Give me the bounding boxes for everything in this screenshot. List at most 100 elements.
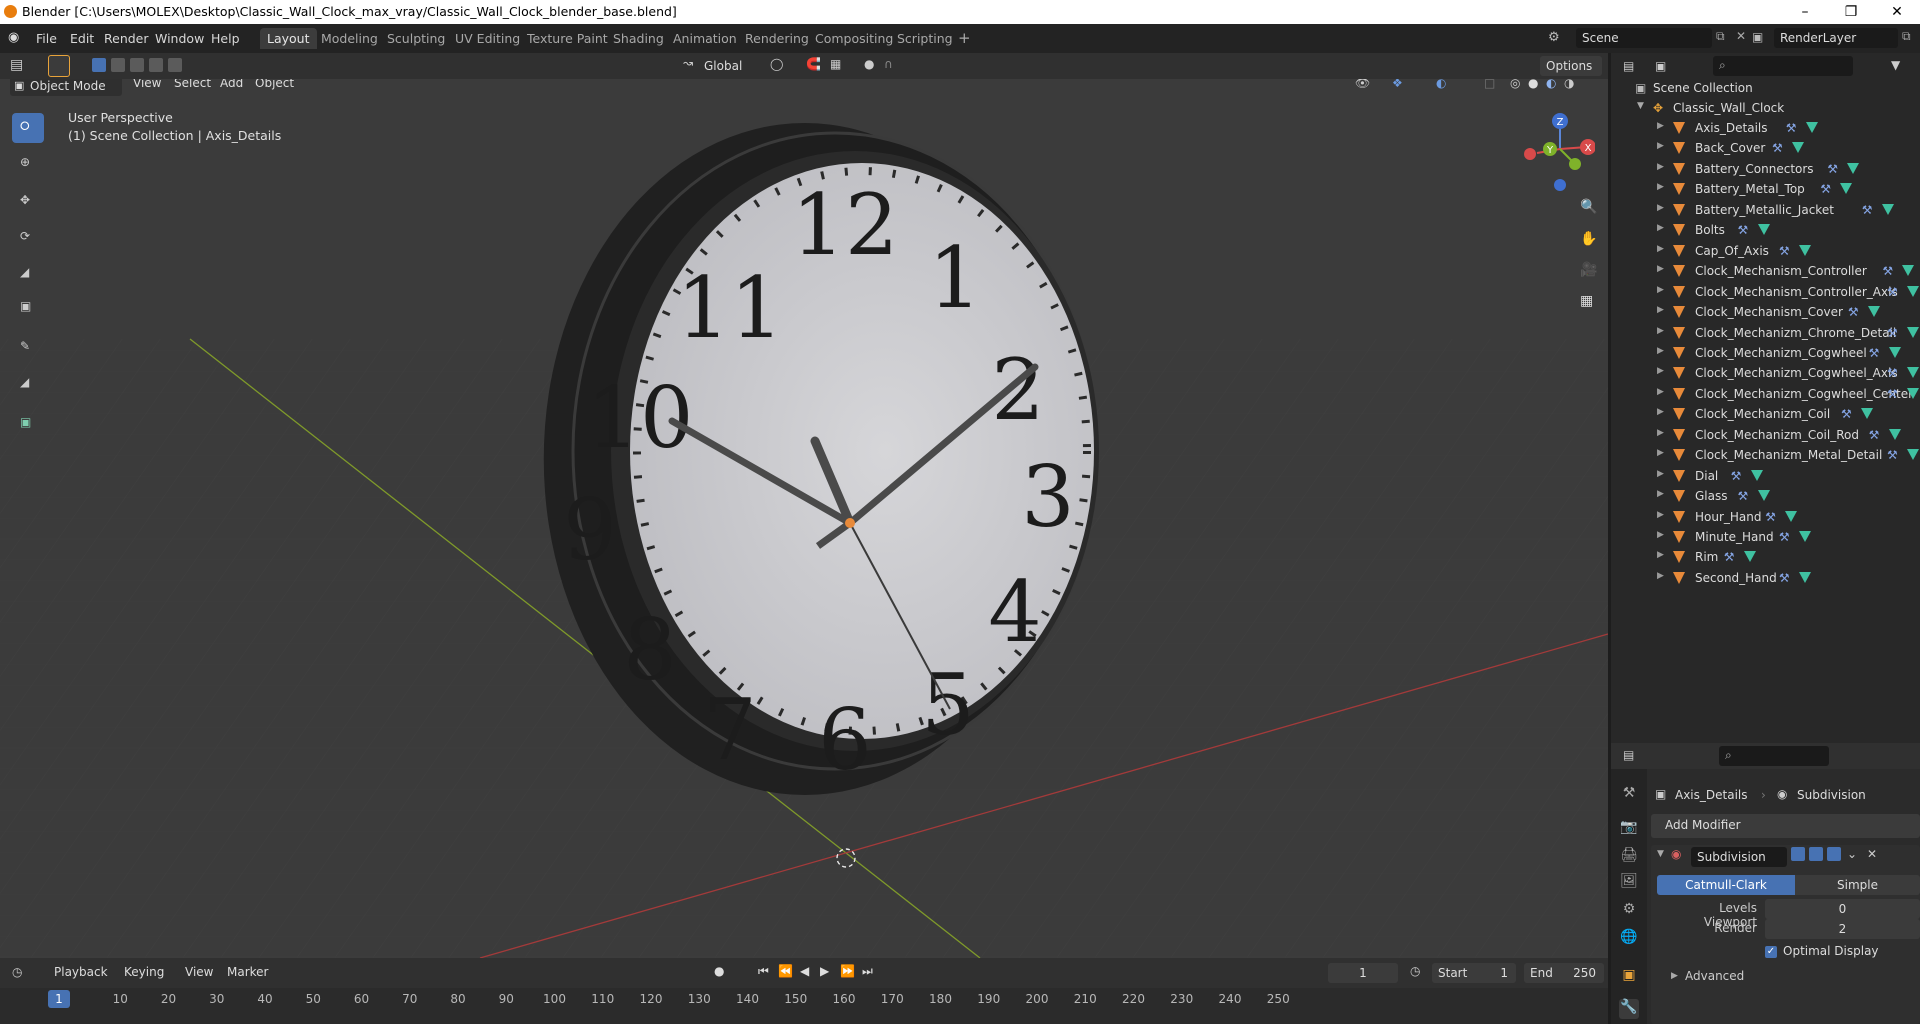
modifier-wrench-icon[interactable]: ⚒ [1887,285,1898,299]
expand-arrow-icon[interactable]: ▶ [1657,121,1664,131]
tab-layout[interactable]: Layout [260,28,317,49]
outliner-item[interactable]: ▶ Minute_Hand ⚒ [1611,528,1920,548]
view-layer-icon[interactable]: ▣ [1752,30,1763,44]
expand-arrow-icon[interactable]: ▶ [1657,550,1664,560]
proportional-edit-icon[interactable]: ● [864,57,874,71]
expand-arrow-icon[interactable]: ▶ [1657,366,1664,376]
transform-tool[interactable]: ▣ [12,293,44,323]
camera-view-icon[interactable]: 🎥 [1580,262,1597,278]
expand-arrow-icon[interactable]: ▶ [1657,448,1664,458]
object-tab-icon[interactable]: ▣ [1619,967,1639,987]
snap-icon[interactable]: 🧲 [806,57,821,71]
select-extend-icon[interactable] [111,58,125,72]
scene-tab-icon[interactable]: ⚙ [1619,901,1639,921]
outliner-item[interactable]: ▶ Dial ⚒ [1611,467,1920,487]
properties-editor-icon[interactable]: ▤ [1623,748,1634,762]
modifier-wrench-icon[interactable]: ⚒ [1738,223,1749,237]
minimize-button[interactable]: – [1782,0,1828,24]
mesh-data-icon[interactable] [1888,428,1901,440]
modifier-wrench-icon[interactable]: ⚒ [1887,387,1898,401]
outliner-item[interactable]: ▶ Cap_Of_Axis ⚒ [1611,242,1920,262]
menu-render[interactable]: Render [104,31,149,46]
select-new-icon[interactable] [92,58,106,72]
mesh-data-icon[interactable] [1881,203,1894,215]
delete-scene-icon[interactable]: ✕ [1736,29,1746,43]
outliner-item[interactable]: ▶ Clock_Mechanizm_Chrome_Detail ⚒ [1611,324,1920,344]
modifier-wrench-icon[interactable]: ⚒ [1841,407,1852,421]
advanced-panel-header[interactable]: Advanced [1685,969,1744,983]
ortho-toggle-icon[interactable]: ▦ [1580,293,1593,309]
modifier-wrench-icon[interactable]: ⚒ [1827,162,1838,176]
modifier-wrench-icon[interactable]: ⚒ [1862,203,1873,217]
tab-modeling[interactable]: Modeling [314,28,385,49]
modifier-wrench-icon[interactable]: ⚒ [1869,428,1880,442]
expand-arrow-icon[interactable]: ▶ [1657,510,1664,520]
mesh-data-icon[interactable] [1792,142,1804,154]
select-invert-icon[interactable] [149,58,163,72]
select-box-tool[interactable]: ⭘ [12,113,44,143]
transform-orientation-dropdown[interactable]: Global [698,56,758,76]
mesh-data-icon[interactable] [1907,449,1919,461]
modifier-wrench-icon[interactable]: ⚒ [1738,489,1749,503]
falloff-icon[interactable]: ∩ [884,57,893,71]
tab-rendering[interactable]: Rendering [738,28,816,49]
menu-edit[interactable]: Edit [70,31,94,46]
mesh-data-icon[interactable] [1798,571,1811,583]
outliner-editor-icon[interactable]: ▤ [1623,59,1634,73]
expand-arrow-icon[interactable]: ▶ [1657,530,1664,540]
select-intersect-icon[interactable] [168,58,182,72]
select-subtract-icon[interactable] [130,58,144,72]
copy-scene-icon[interactable]: ⧉ [1716,29,1725,44]
outliner-item[interactable]: ▶ Axis_Details ⚒ [1611,119,1920,139]
tool-tab-icon[interactable]: ⚒ [1619,785,1639,805]
start-frame-field[interactable]: Start 1 [1432,963,1516,983]
outliner-item[interactable]: ▶ Rim ⚒ [1611,548,1920,568]
mesh-data-icon[interactable] [1907,367,1919,379]
mesh-data-icon[interactable] [1785,510,1798,522]
mesh-data-icon[interactable] [1861,408,1873,420]
mesh-data-icon[interactable] [1867,306,1880,318]
measure-tool[interactable]: ◢ [12,369,44,399]
modifier-wrench-icon[interactable]: ⚒ [1848,305,1859,319]
render-tab-icon[interactable]: 📷 [1619,819,1639,839]
outliner-item[interactable]: ▶ Bolts ⚒ [1611,221,1920,241]
mesh-data-icon[interactable] [1798,531,1811,542]
modifier-wrench-icon[interactable]: ⚒ [1887,366,1898,380]
annotate-tool[interactable]: ✎ [12,333,44,363]
catmull-clark-option[interactable]: Catmull-Clark [1657,875,1795,895]
outliner-item[interactable]: ▶ Clock_Mechanizm_Cogwheel ⚒ [1611,344,1920,364]
outliner-item[interactable]: ▶ Clock_Mechanizm_Coil_Rod ⚒ [1611,426,1920,446]
modifier-tab-icon[interactable]: 🔧 [1619,999,1639,1019]
output-tab-icon[interactable]: 🖨 [1619,847,1639,867]
optimal-display-checkbox[interactable]: ✓ [1765,946,1777,958]
scale-tool[interactable]: ◢ [12,259,44,289]
tab-scripting[interactable]: Scripting [890,28,960,49]
next-keyframe-icon[interactable]: ⏩ [840,964,855,978]
expand-arrow-icon[interactable]: ▶ [1657,407,1664,417]
mesh-data-icon[interactable] [1757,490,1770,502]
levels-viewport-field[interactable]: 0 [1765,899,1920,919]
record-icon[interactable]: ● [714,964,724,978]
tab-texture-paint[interactable]: Texture Paint [520,28,615,49]
expand-icon[interactable]: ▼ [1637,101,1644,111]
add-cube-tool[interactable]: ▣ [12,409,44,439]
modifier-wrench-icon[interactable]: ⚒ [1779,571,1790,585]
mesh-data-icon[interactable] [1750,469,1763,481]
mesh-data-icon[interactable] [1907,387,1919,399]
tab-sculpting[interactable]: Sculpting [380,28,452,49]
mesh-data-icon[interactable] [1743,551,1756,563]
menu-help[interactable]: Help [211,31,240,46]
navigation-gizmo[interactable]: Z X Y [1515,109,1595,199]
modifier-wrench-icon[interactable]: ⚒ [1887,448,1898,462]
outliner-item[interactable]: ▶ Battery_Metallic_Jacket ⚒ [1611,201,1920,221]
world-tab-icon[interactable]: 🌐 [1619,929,1639,949]
outliner-item[interactable]: ▶ Battery_Connectors ⚒ [1611,160,1920,180]
pan-hand-icon[interactable]: ✋ [1580,231,1597,247]
expand-arrow-icon[interactable]: ▶ [1657,326,1664,336]
expand-arrow-icon[interactable]: ▶ [1657,162,1664,172]
mesh-data-icon[interactable] [1798,244,1811,256]
menu-marker[interactable]: Marker [227,965,268,979]
edit-mode-toggle-icon[interactable] [1791,847,1805,861]
modifier-wrench-icon[interactable]: ⚒ [1779,530,1790,544]
outliner-item[interactable]: ▶ Clock_Mechanism_Controller_Axis ⚒ [1611,283,1920,303]
